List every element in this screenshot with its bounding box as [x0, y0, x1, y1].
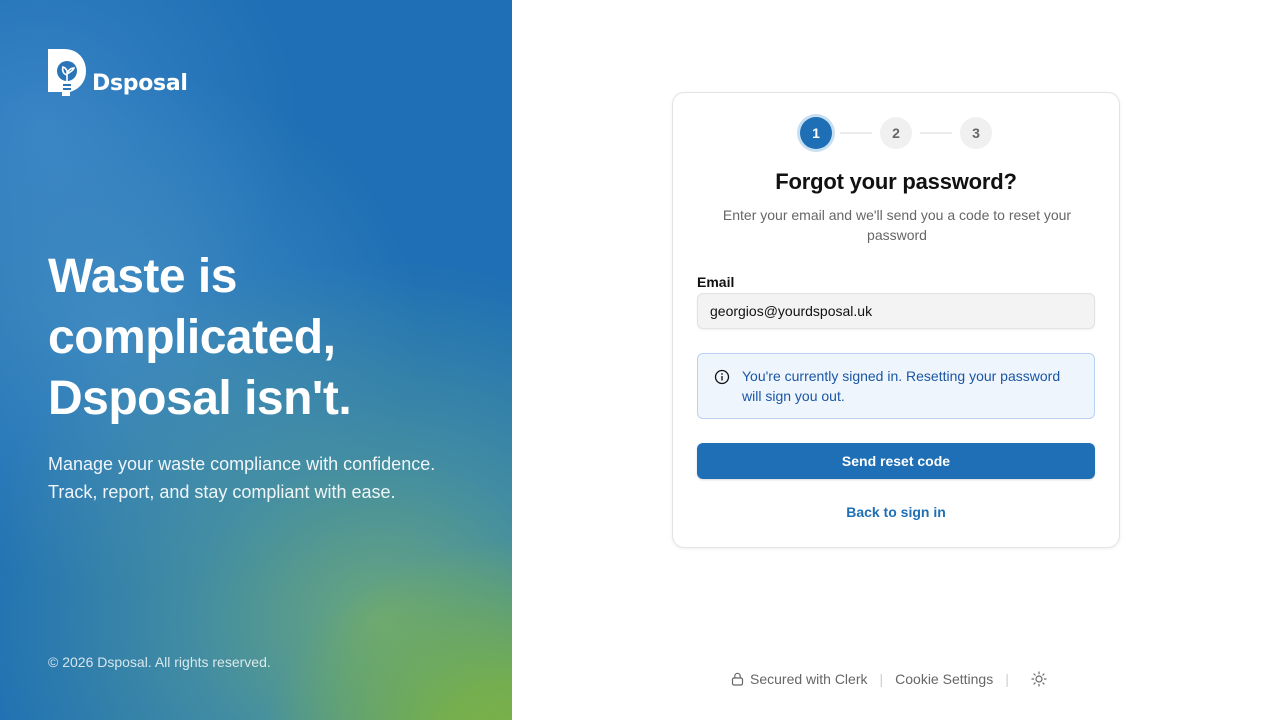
subtext-line: Manage your waste compliance with confid…: [48, 454, 436, 474]
form-description: Enter your email and we'll send you a co…: [722, 207, 1072, 243]
form-title: Forgot your password?: [775, 169, 1017, 194]
email-field[interactable]: [697, 293, 1095, 329]
footer-separator: |: [879, 671, 884, 687]
brand-name: Dsposal: [92, 71, 188, 96]
alert-text: You're currently signed in. Resetting yo…: [742, 368, 1061, 404]
cookie-settings-link[interactable]: Cookie Settings: [895, 671, 993, 687]
signed-in-alert: You're currently signed in. Resetting yo…: [697, 353, 1095, 419]
back-to-sign-in-link[interactable]: Back to sign in: [673, 504, 1119, 520]
headline-line: Dsposal isn't.: [48, 372, 352, 425]
secured-with-clerk-link[interactable]: Secured with Clerk: [750, 671, 868, 687]
sun-icon[interactable]: [1031, 671, 1047, 687]
footer-separator: |: [1005, 671, 1009, 687]
copyright-text: © 2026 Dsposal. All rights reserved.: [48, 654, 271, 670]
logo-mark-icon: [48, 49, 86, 96]
hero-headline: Waste is complicated, Dsposal isn't.: [48, 246, 468, 429]
step-1: 1: [800, 117, 832, 149]
brand-logo[interactable]: Dsposal: [48, 47, 188, 97]
info-icon: [714, 369, 730, 385]
send-reset-code-button[interactable]: Send reset code: [697, 443, 1095, 479]
headline-line: Waste is: [48, 250, 237, 303]
headline-line: complicated,: [48, 311, 336, 364]
stepper: 1 2 3: [673, 117, 1119, 149]
hero-subtext: Manage your waste compliance with confid…: [48, 450, 488, 506]
step-connector: [840, 132, 872, 134]
email-label: Email: [697, 274, 735, 290]
footer: Secured with Clerk | Cookie Settings |: [731, 671, 1047, 687]
step-3: 3: [960, 117, 992, 149]
reset-password-card: 1 2 3 Forgot your password? Enter your e…: [672, 92, 1120, 548]
lock-icon: [731, 672, 744, 686]
step-connector: [920, 132, 952, 134]
step-2: 2: [880, 117, 912, 149]
subtext-line: Track, report, and stay compliant with e…: [48, 482, 396, 502]
hero-panel: Dsposal Waste is complicated, Dsposal is…: [0, 0, 512, 720]
